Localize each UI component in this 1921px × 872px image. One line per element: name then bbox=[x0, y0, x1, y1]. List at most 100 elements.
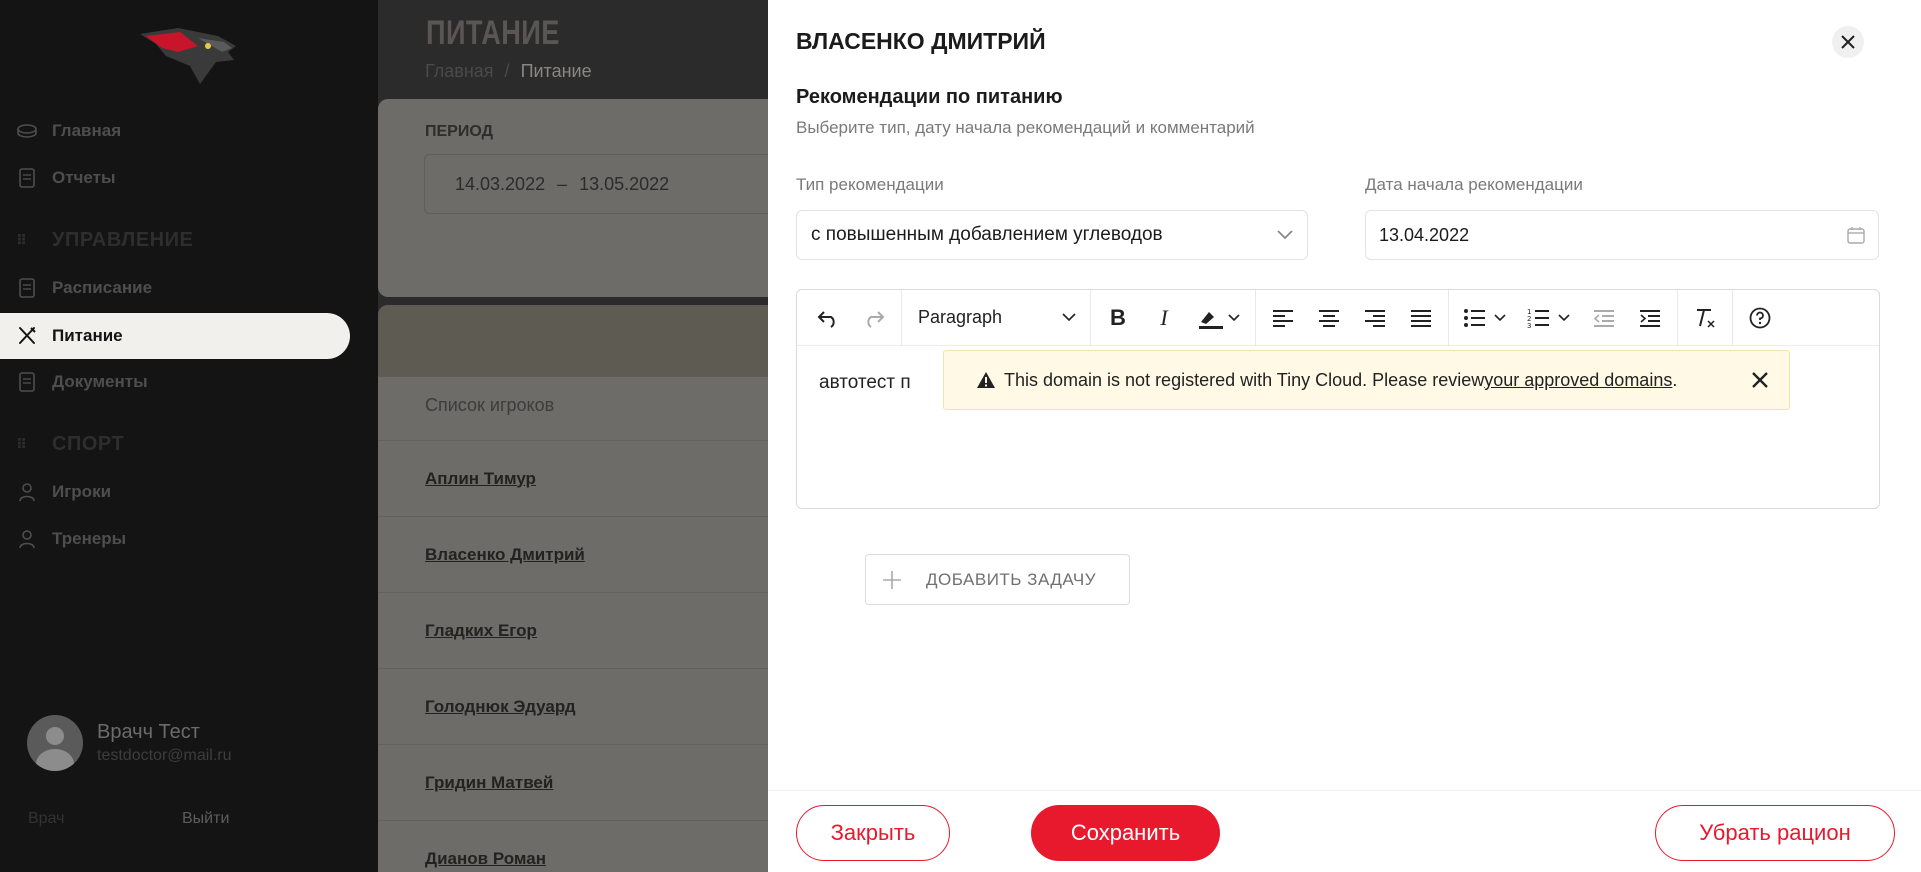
sidebar-item-coaches[interactable]: Тренеры bbox=[0, 516, 350, 562]
toolbar-divider bbox=[1448, 289, 1449, 346]
highlight-color-icon[interactable] bbox=[1187, 298, 1251, 338]
section-management: ⠿ УПРАВЛЕНИЕ bbox=[16, 229, 193, 252]
toolbar-divider bbox=[1255, 289, 1256, 346]
toolbar-divider bbox=[1732, 289, 1733, 346]
align-right-icon[interactable] bbox=[1352, 298, 1398, 338]
numbered-list-icon[interactable]: 123 bbox=[1517, 298, 1581, 338]
sidebar-item-documents[interactable]: Документы bbox=[0, 359, 350, 405]
type-label: Тип рекомендации bbox=[796, 175, 944, 194]
save-button[interactable]: Сохранить bbox=[1031, 805, 1220, 861]
player-link[interactable]: Голоднюк Эдуард bbox=[378, 668, 798, 744]
player-link[interactable]: Аплин Тимур bbox=[378, 440, 798, 516]
plus-icon bbox=[882, 570, 904, 590]
approved-domains-link[interactable]: your approved domains bbox=[1484, 370, 1672, 391]
puck-icon bbox=[16, 120, 38, 142]
sidebar-item-label: Питание bbox=[52, 326, 123, 345]
sidebar-item-label: Документы bbox=[52, 372, 148, 391]
breadcrumb-current: Питание bbox=[520, 61, 592, 81]
user-email: testdoctor@mail.ru bbox=[97, 747, 232, 764]
player-link[interactable]: Власенко Дмитрий bbox=[378, 516, 798, 592]
toolbar-divider bbox=[1677, 289, 1678, 346]
toolbar-divider bbox=[901, 289, 902, 346]
document-icon bbox=[16, 167, 38, 189]
players-list-title: Список игроков bbox=[425, 395, 555, 415]
sidebar-item-home[interactable]: Главная bbox=[0, 108, 350, 154]
hawk-logo[interactable] bbox=[138, 26, 242, 86]
undo-icon[interactable] bbox=[805, 298, 851, 338]
modal-title: ВЛАСЕНКО ДМИТРИЙ bbox=[796, 28, 1046, 54]
logout-link[interactable]: Выйти bbox=[182, 810, 229, 828]
sidebar: Главная Отчеты ⠿ УПРАВЛЕНИЕ Расписание П… bbox=[0, 0, 378, 872]
document-icon bbox=[16, 277, 38, 299]
start-date-input[interactable]: 13.04.2022 bbox=[1365, 210, 1879, 260]
bullet-list-icon[interactable] bbox=[1453, 298, 1517, 338]
date-label: Дата начала рекомендации bbox=[1365, 175, 1583, 194]
clear-format-icon[interactable] bbox=[1682, 298, 1728, 338]
document-icon bbox=[16, 371, 38, 393]
grip-icon: ⠿ bbox=[16, 232, 28, 248]
notice-text: This domain is not registered with Tiny … bbox=[1004, 369, 1485, 390]
period-dash: – bbox=[557, 173, 568, 194]
italic-icon[interactable]: I bbox=[1141, 298, 1187, 338]
sidebar-item-nutrition[interactable]: Питание bbox=[0, 313, 350, 359]
modal-footer: Закрыть Сохранить Убрать рацион bbox=[768, 790, 1921, 872]
svg-text:3: 3 bbox=[1527, 322, 1531, 329]
rich-text-editor[interactable]: Paragraph B I 1 2 3 автотест п This doma… bbox=[796, 289, 1880, 509]
sidebar-item-label: Главная bbox=[52, 121, 122, 140]
bold-icon[interactable]: B bbox=[1095, 298, 1141, 338]
warning-icon bbox=[976, 371, 996, 389]
player-link[interactable]: Гладких Егор bbox=[378, 592, 798, 668]
breadcrumb-separator: / bbox=[504, 61, 510, 81]
user-role: Врач bbox=[28, 810, 65, 827]
type-value: с повышенным добавлением углеводов bbox=[811, 224, 1163, 245]
align-justify-icon[interactable] bbox=[1398, 298, 1444, 338]
align-left-icon[interactable] bbox=[1260, 298, 1306, 338]
period-to: 13.05.2022 bbox=[579, 173, 670, 194]
player-link[interactable]: Гридин Матвей bbox=[378, 744, 798, 820]
block-format-select[interactable]: Paragraph bbox=[906, 298, 1086, 338]
modal-close-button[interactable] bbox=[1832, 26, 1864, 58]
align-center-icon[interactable] bbox=[1306, 298, 1352, 338]
modal-description: Выберите тип, дату начала рекомендаций и… bbox=[796, 118, 1255, 137]
period-card: ПЕРИОД 14.03.2022 – 13.05.2022 bbox=[378, 99, 798, 297]
indent-icon[interactable] bbox=[1627, 298, 1673, 338]
remove-diet-button[interactable]: Убрать рацион bbox=[1655, 805, 1895, 861]
close-icon bbox=[1841, 35, 1855, 49]
user-profile[interactable]: Врачч Тест testdoctor@mail.ru bbox=[27, 715, 232, 771]
add-task-button[interactable]: ДОБАВИТЬ ЗАДАЧУ bbox=[865, 554, 1130, 605]
breadcrumb: Главная / Питание bbox=[425, 61, 592, 82]
help-icon[interactable] bbox=[1737, 298, 1783, 338]
add-task-label: ДОБАВИТЬ ЗАДАЧУ bbox=[926, 569, 1097, 589]
tiny-cloud-notice: This domain is not registered with Tiny … bbox=[943, 350, 1790, 410]
nutrition-modal: ВЛАСЕНКО ДМИТРИЙ Рекомендации по питанию… bbox=[768, 0, 1921, 872]
period-range-input[interactable]: 14.03.2022 – 13.05.2022 bbox=[424, 154, 784, 214]
sidebar-item-schedule[interactable]: Расписание bbox=[0, 265, 350, 311]
block-format-value: Paragraph bbox=[918, 307, 1003, 327]
toolbar-divider bbox=[1090, 289, 1091, 346]
player-link[interactable]: Дианов Роман bbox=[378, 820, 798, 872]
sidebar-item-players[interactable]: Игроки bbox=[0, 469, 350, 515]
user-name: Врачч Тест bbox=[97, 721, 200, 743]
calendar-icon[interactable] bbox=[1847, 226, 1865, 244]
close-button[interactable]: Закрыть bbox=[796, 805, 950, 861]
editor-content[interactable]: автотест п bbox=[819, 372, 911, 394]
breadcrumb-home[interactable]: Главная bbox=[425, 61, 494, 81]
period-label: ПЕРИОД bbox=[425, 123, 493, 140]
page-title: ПИТАНИЕ bbox=[426, 14, 560, 52]
date-value: 13.04.2022 bbox=[1379, 224, 1470, 245]
grip-icon: ⠿ bbox=[16, 436, 28, 452]
redo-icon[interactable] bbox=[851, 298, 897, 338]
section-label: СПОРТ bbox=[52, 433, 125, 455]
outdent-icon[interactable] bbox=[1581, 298, 1627, 338]
notice-close-button[interactable] bbox=[1749, 369, 1771, 391]
sidebar-item-label: Игроки bbox=[52, 482, 112, 501]
avatar bbox=[27, 715, 83, 771]
recommendation-type-select[interactable]: с повышенным добавлением углеводов bbox=[796, 210, 1308, 260]
sidebar-item-label: Тренеры bbox=[52, 529, 127, 548]
players-card: Список игроков Аплин Тимур Власенко Дмит… bbox=[378, 305, 798, 872]
sidebar-item-reports[interactable]: Отчеты bbox=[0, 155, 350, 201]
editor-toolbar: Paragraph B I 1 2 3 bbox=[797, 289, 1879, 346]
chevron-down-icon bbox=[1277, 230, 1293, 240]
sidebar-item-label: Отчеты bbox=[52, 168, 116, 187]
coach-icon bbox=[16, 528, 38, 550]
